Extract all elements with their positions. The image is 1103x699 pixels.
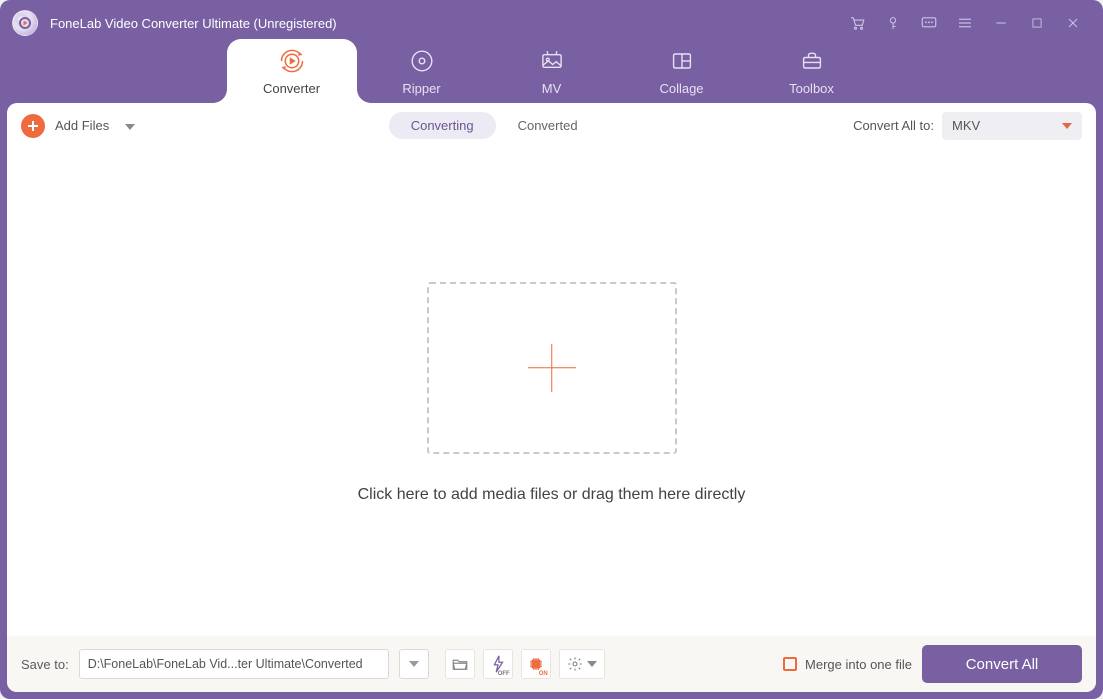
save-path-value: D:\FoneLab\FoneLab Vid...ter Ultimate\Co… xyxy=(88,657,363,671)
add-files-button[interactable]: Add Files xyxy=(21,114,135,138)
big-plus-icon xyxy=(528,344,576,392)
segment-converting[interactable]: Converting xyxy=(389,112,496,139)
segment-converted[interactable]: Converted xyxy=(496,112,600,139)
plus-icon xyxy=(21,114,45,138)
tab-toolbox[interactable]: Toolbox xyxy=(747,39,877,103)
chevron-down-icon xyxy=(409,661,419,667)
app-window: FoneLab Video Converter Ultimate (Unregi… xyxy=(0,0,1103,699)
main-panel: Add Files Converting Converted Convert A… xyxy=(7,103,1096,692)
minimize-button[interactable] xyxy=(992,14,1010,32)
tab-ripper[interactable]: Ripper xyxy=(357,39,487,103)
titlebar: FoneLab Video Converter Ultimate (Unregi… xyxy=(7,7,1096,39)
open-folder-button[interactable] xyxy=(445,649,475,679)
gear-icon xyxy=(567,656,583,672)
cart-icon[interactable] xyxy=(848,14,866,32)
convert-all-to-label: Convert All to: xyxy=(853,118,934,133)
chevron-down-icon xyxy=(125,117,135,135)
app-title: FoneLab Video Converter Ultimate (Unregi… xyxy=(50,16,337,31)
chevron-down-icon xyxy=(587,661,597,667)
menu-icon[interactable] xyxy=(956,14,974,32)
gpu-accel-toggle[interactable]: ON xyxy=(521,649,551,679)
convert-all-button[interactable]: Convert All xyxy=(922,645,1082,683)
collage-icon xyxy=(668,47,696,75)
tab-converter[interactable]: Converter xyxy=(227,39,357,103)
save-path-field[interactable]: D:\FoneLab\FoneLab Vid...ter Ultimate\Co… xyxy=(79,649,389,679)
status-segmented: Converting Converted xyxy=(389,112,600,139)
merge-label: Merge into one file xyxy=(805,657,912,672)
add-media-dropzone[interactable] xyxy=(427,282,677,454)
key-icon[interactable] xyxy=(884,14,902,32)
toolbox-icon xyxy=(798,47,826,75)
toolbar: Add Files Converting Converted Convert A… xyxy=(7,103,1096,149)
converter-icon xyxy=(277,47,307,75)
convert-all-label: Convert All xyxy=(966,656,1039,673)
titlebar-controls xyxy=(848,14,1096,32)
tab-label: Collage xyxy=(659,81,703,96)
toggle-state-label: ON xyxy=(539,671,548,677)
output-format-select[interactable]: MKV xyxy=(942,112,1082,140)
feedback-icon[interactable] xyxy=(920,14,938,32)
maximize-button[interactable] xyxy=(1028,14,1046,32)
bottombar: Save to: D:\FoneLab\FoneLab Vid...ter Ul… xyxy=(7,636,1096,692)
app-logo-icon xyxy=(12,10,38,36)
save-to-label: Save to: xyxy=(21,657,69,672)
tab-mv[interactable]: MV xyxy=(487,39,617,103)
dropzone-area: Click here to add media files or drag th… xyxy=(7,149,1096,636)
tab-label: Ripper xyxy=(402,81,440,96)
dropzone-hint: Click here to add media files or drag th… xyxy=(358,486,746,504)
main-tabstrip: Converter Ripper MV Collage Toolbox xyxy=(7,39,1096,103)
tab-collage[interactable]: Collage xyxy=(617,39,747,103)
toggle-state-label: OFF xyxy=(498,671,510,677)
tab-label: MV xyxy=(542,81,562,96)
tab-label: Toolbox xyxy=(789,81,834,96)
merge-checkbox[interactable]: Merge into one file xyxy=(783,657,912,672)
dropdown-arrow-icon xyxy=(1062,123,1072,129)
mv-icon xyxy=(538,47,566,75)
ripper-icon xyxy=(408,47,436,75)
close-button[interactable] xyxy=(1064,14,1082,32)
checkbox-icon xyxy=(783,657,797,671)
task-settings-button[interactable] xyxy=(559,649,605,679)
add-files-label: Add Files xyxy=(55,118,109,133)
format-selected-value: MKV xyxy=(952,118,980,133)
tab-label: Converter xyxy=(263,81,320,96)
high-speed-toggle[interactable]: OFF xyxy=(483,649,513,679)
save-path-dropdown[interactable] xyxy=(399,649,429,679)
